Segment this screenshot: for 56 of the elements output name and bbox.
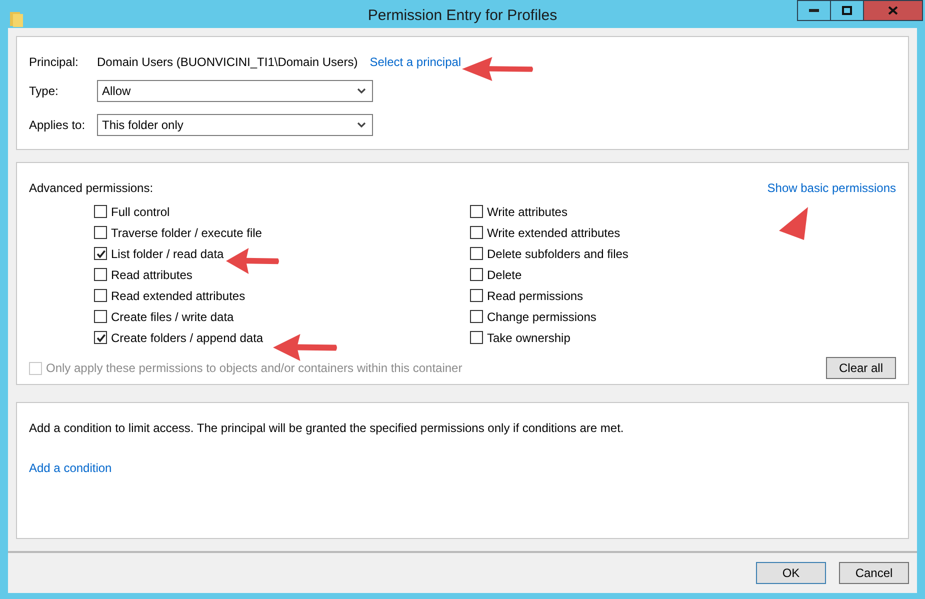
checkbox[interactable] (94, 226, 107, 239)
show-basic-permissions-link[interactable]: Show basic permissions (767, 181, 896, 195)
checkbox[interactable] (94, 331, 107, 344)
chevron-down-icon (357, 88, 366, 94)
checkbox[interactable] (94, 268, 107, 281)
dialog-button[interactable]: Cancel (839, 562, 909, 584)
annotation-arrow (273, 334, 338, 361)
permission-label: Read attributes (111, 268, 192, 282)
principal-name: Domain Users (BUONVICINI_TI1\Domain Users) (97, 55, 358, 69)
permission-label: Take ownership (487, 330, 570, 344)
dialog-button[interactable]: OK (756, 562, 826, 584)
field-label: Applies to: (29, 118, 86, 132)
checkbox[interactable] (94, 205, 107, 218)
permission-label: Write attributes (487, 204, 568, 218)
permission-label: List folder / read data (111, 246, 224, 260)
permission-label: Delete (487, 268, 522, 282)
annotation-arrow (226, 248, 280, 274)
checkbox[interactable] (470, 247, 483, 260)
add-condition-link[interactable]: Add a condition (29, 461, 112, 475)
minimize-button[interactable] (797, 0, 831, 21)
permission-label: Traverse folder / execute file (111, 226, 262, 240)
permission-label: Delete subfolders and files (487, 246, 628, 260)
close-icon (888, 6, 898, 15)
checkbox[interactable] (470, 205, 483, 218)
permission-label: Create folders / append data (111, 330, 264, 344)
maximize-icon (842, 6, 852, 15)
checkbox[interactable] (470, 289, 483, 302)
field-label: Type: (29, 84, 60, 98)
permission-label: Read extended attributes (111, 288, 246, 302)
folder-icon (10, 11, 24, 27)
permission-label: Write extended attributes (487, 226, 620, 240)
annotation-arrow (462, 57, 534, 81)
annotation-arrow (779, 207, 808, 240)
condition-description: Add a condition to limit access. The principal will be granted the specified permissions only if conditions are met. (29, 421, 624, 435)
close-button[interactable] (863, 0, 923, 21)
permission-label: Read permissions (487, 288, 584, 302)
permissions-heading: Advanced permissions: (29, 181, 154, 195)
permission-label: Full control (111, 204, 170, 218)
select-principal-link[interactable]: Select a principal (370, 55, 462, 69)
checkbox[interactable] (94, 310, 107, 323)
checkbox[interactable] (470, 331, 483, 344)
permission-label: Create files / write data (111, 310, 234, 324)
clear-all-button[interactable]: Clear all (826, 357, 896, 379)
checkbox[interactable] (94, 247, 107, 260)
dropdown[interactable]: Allow (97, 80, 373, 102)
checkbox[interactable] (470, 310, 483, 323)
dropdown[interactable]: This folder only (97, 114, 373, 136)
principal-label: Principal: (29, 55, 80, 69)
checkbox[interactable] (470, 268, 483, 281)
chevron-down-icon (357, 122, 366, 128)
apply-only-label: Only apply these permissions to objects and/or containers within this container (46, 361, 462, 375)
checkbox[interactable] (470, 226, 483, 239)
permission-label: Change permissions (487, 310, 596, 324)
minimize-icon (809, 9, 819, 12)
checkbox[interactable] (94, 289, 107, 302)
window-title: Permission Entry for Profiles (368, 7, 558, 24)
